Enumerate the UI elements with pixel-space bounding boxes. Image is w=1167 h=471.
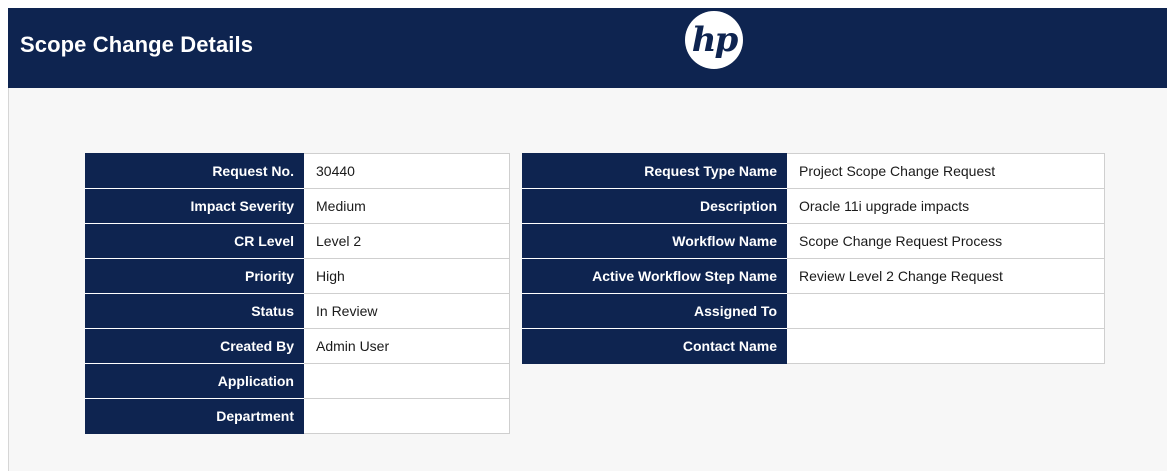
table-row: Request No. 30440 <box>85 153 510 189</box>
field-value <box>303 363 510 399</box>
table-row: Impact Severity Medium <box>85 188 510 224</box>
field-value: 30440 <box>303 153 510 189</box>
field-label: Request Type Name <box>522 153 787 189</box>
table-row: CR Level Level 2 <box>85 223 510 259</box>
field-value: Medium <box>303 188 510 224</box>
hp-logo-circle-icon <box>685 11 743 69</box>
field-label: Status <box>85 293 304 329</box>
request-details-table: Request No. 30440 Impact Severity Medium… <box>85 153 510 434</box>
page-title: Scope Change Details <box>20 32 254 57</box>
field-label: Department <box>85 398 304 434</box>
field-value: Scope Change Request Process <box>786 223 1105 259</box>
table-row: Priority High <box>85 258 510 294</box>
table-row: Department <box>85 398 510 434</box>
workflow-details-table: Request Type Name Project Scope Change R… <box>522 153 1105 364</box>
field-value: Project Scope Change Request <box>786 153 1105 189</box>
field-label: Application <box>85 363 304 399</box>
field-label: CR Level <box>85 223 304 259</box>
table-row: Created By Admin User <box>85 328 510 364</box>
table-row: Active Workflow Step Name Review Level 2… <box>522 258 1105 294</box>
field-value: Oracle 11i upgrade impacts <box>786 188 1105 224</box>
field-label: Priority <box>85 258 304 294</box>
table-row: Application <box>85 363 510 399</box>
field-value <box>786 293 1105 329</box>
field-label: Description <box>522 188 787 224</box>
field-value: Review Level 2 Change Request <box>786 258 1105 294</box>
field-label: Impact Severity <box>85 188 304 224</box>
field-label: Created By <box>85 328 304 364</box>
field-label: Workflow Name <box>522 223 787 259</box>
field-value: Level 2 <box>303 223 510 259</box>
field-value: Admin User <box>303 328 510 364</box>
field-label: Contact Name <box>522 328 787 364</box>
page-header: Scope Change Details <box>8 8 1167 88</box>
field-label: Assigned To <box>522 293 787 329</box>
table-row: Contact Name <box>522 328 1105 364</box>
table-row: Description Oracle 11i upgrade impacts <box>522 188 1105 224</box>
field-value: High <box>303 258 510 294</box>
field-label: Request No. <box>85 153 304 189</box>
field-label: Active Workflow Step Name <box>522 258 787 294</box>
field-value <box>303 398 510 434</box>
table-row: Status In Review <box>85 293 510 329</box>
table-row: Assigned To <box>522 293 1105 329</box>
table-row: Request Type Name Project Scope Change R… <box>522 153 1105 189</box>
field-value <box>786 328 1105 364</box>
field-value: In Review <box>303 293 510 329</box>
hp-logo: hp <box>684 10 744 70</box>
table-row: Workflow Name Scope Change Request Proce… <box>522 223 1105 259</box>
